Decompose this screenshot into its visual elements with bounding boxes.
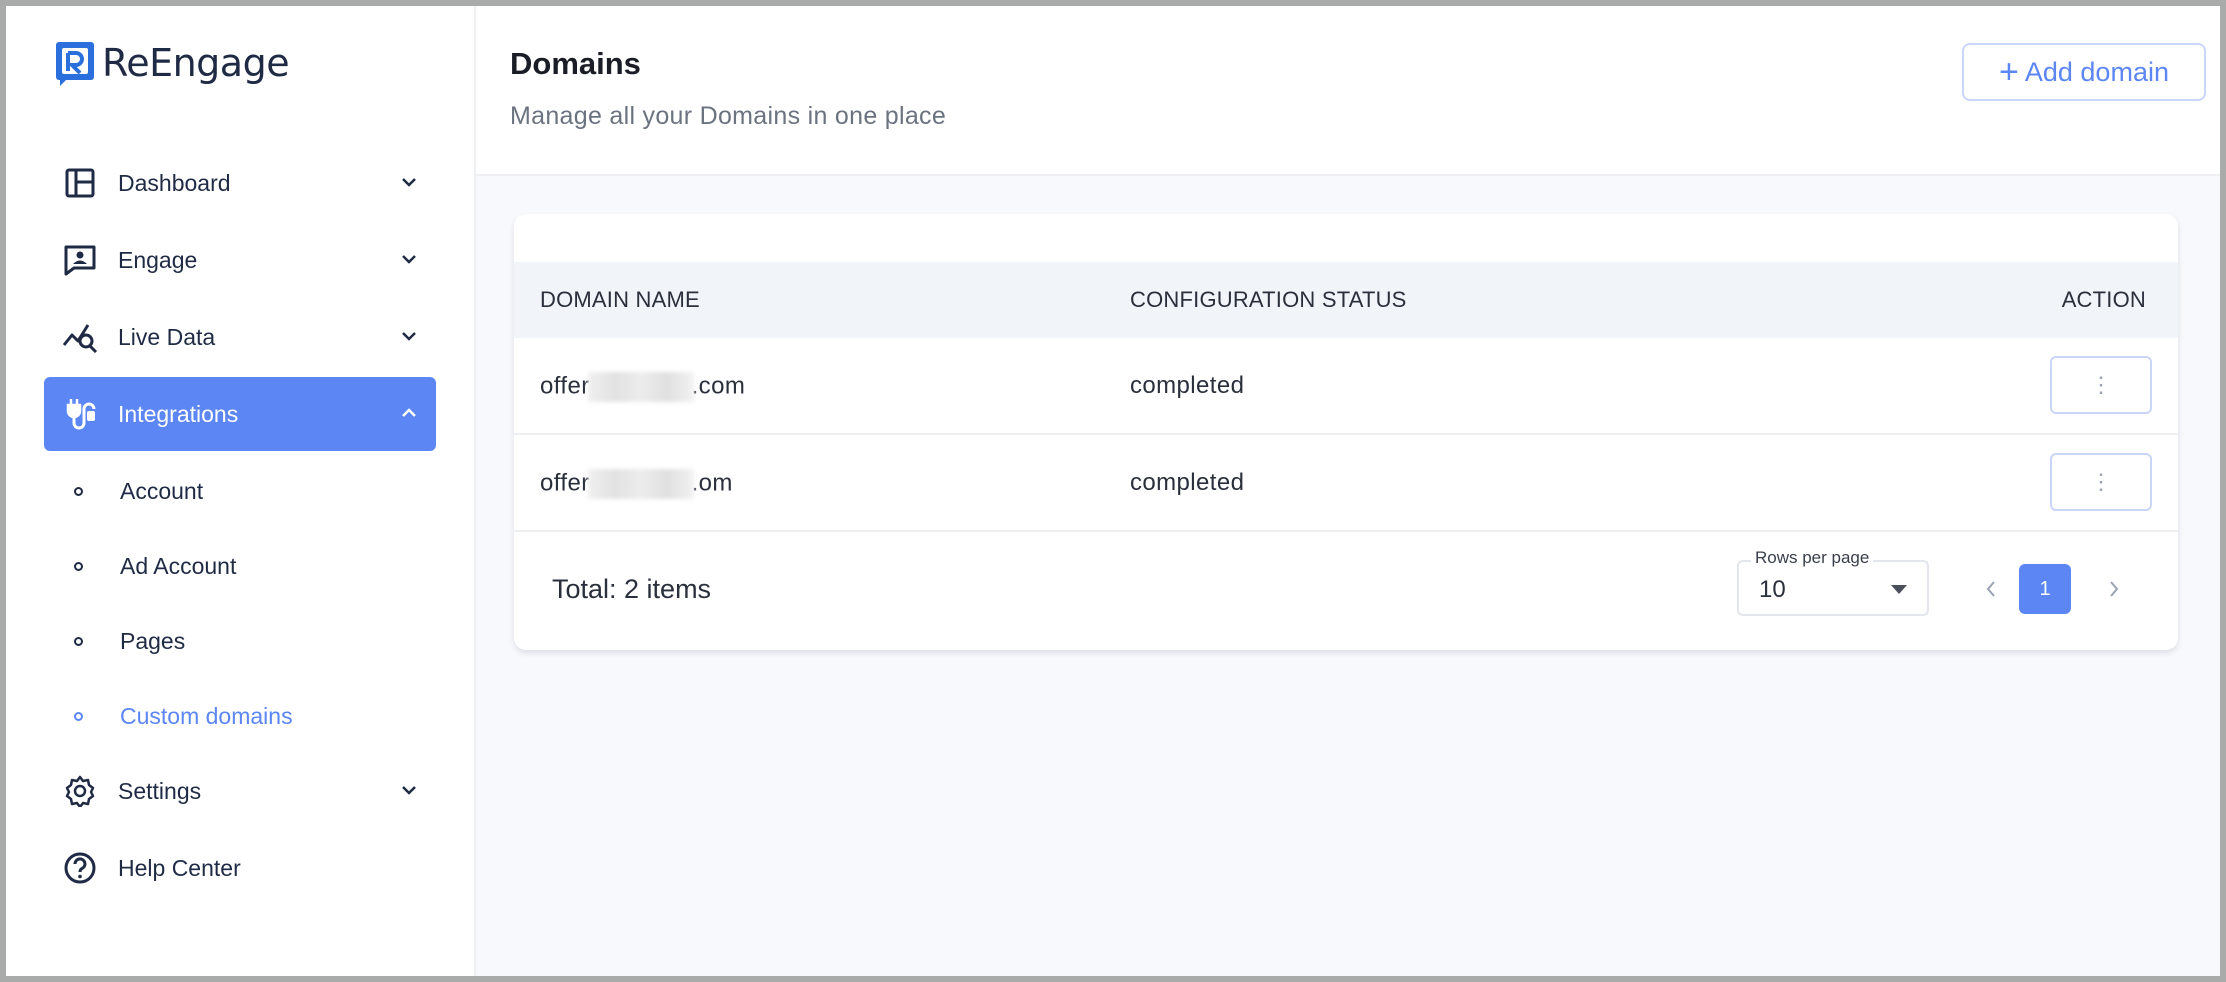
table-row: offer .om completed ⋮ xyxy=(514,435,2178,532)
rows-per-page-select[interactable]: Rows per page 10 xyxy=(1737,548,1929,616)
rows-per-page-value: 10 xyxy=(1759,576,1786,603)
bullet-icon xyxy=(74,637,83,646)
sidebar-item-integrations[interactable]: Integrations xyxy=(44,377,436,451)
kebab-menu-icon: ⋮ xyxy=(2090,469,2112,494)
column-header-action: ACTION xyxy=(2061,287,2146,312)
chart-search-icon xyxy=(62,319,98,355)
domain-suffix: om xyxy=(698,469,733,497)
bullet-icon xyxy=(74,712,83,721)
domain-name-cell: offer .om xyxy=(540,469,733,499)
sidebar-subitem-pages[interactable]: Pages xyxy=(44,604,436,679)
app-window: ReEngage Dashboard Engage Live Data Inte… xyxy=(6,6,2220,976)
sidebar-subitem-label: Ad Account xyxy=(120,553,237,579)
chevron-down-icon xyxy=(402,178,416,187)
prev-page-button[interactable] xyxy=(1976,574,2006,604)
integrations-icon xyxy=(62,396,98,432)
redacted-text xyxy=(587,372,694,402)
sidebar-subitem-label: Pages xyxy=(120,628,186,654)
redacted-text xyxy=(587,469,694,499)
sidebar-item-help-center[interactable]: Help Center xyxy=(44,831,436,905)
plus-icon: + xyxy=(1999,53,2019,91)
row-actions-button[interactable]: ⋮ xyxy=(2050,453,2152,511)
sidebar-item-label: Engage xyxy=(118,246,198,273)
table-row: offer .com completed ⋮ xyxy=(514,338,2178,435)
total-items: Total: 2 items xyxy=(552,574,712,604)
sidebar: ReEngage Dashboard Engage Live Data Inte… xyxy=(6,6,476,976)
domain-prefix: offer xyxy=(540,372,590,400)
logo-text: ReEngage xyxy=(102,41,290,85)
sidebar-item-dashboard[interactable]: Dashboard xyxy=(44,146,436,220)
gear-icon xyxy=(62,773,98,809)
bullet-icon xyxy=(74,487,83,496)
reengage-logo-icon xyxy=(56,42,94,86)
sidebar-item-label: Help Center xyxy=(118,854,241,881)
caret-down-icon xyxy=(1891,585,1907,594)
chevron-up-icon xyxy=(402,408,416,417)
domain-suffix: com xyxy=(698,372,746,400)
add-domain-button[interactable]: + Add domain xyxy=(1962,43,2206,101)
sidebar-item-label: Live Data xyxy=(118,323,216,350)
sidebar-item-engage[interactable]: Engage xyxy=(44,223,436,297)
sidebar-item-label: Settings xyxy=(118,777,202,804)
domain-name-cell: offer .com xyxy=(540,372,745,402)
sidebar-subitem-custom-domains[interactable]: Custom domains xyxy=(44,679,436,754)
status-cell: completed xyxy=(1130,469,1245,496)
chevron-down-icon xyxy=(402,332,416,341)
kebab-menu-icon: ⋮ xyxy=(2090,372,2112,397)
add-domain-label: Add domain xyxy=(2024,56,2169,87)
sidebar-item-settings[interactable]: Settings xyxy=(44,754,436,828)
rows-per-page-label: Rows per page xyxy=(1751,548,1874,568)
chevron-left-icon xyxy=(1986,581,1995,597)
layout-icon xyxy=(62,165,98,201)
sidebar-subitem-label: Custom domains xyxy=(120,703,293,729)
sidebar-item-label: Dashboard xyxy=(118,169,231,196)
column-header-domain[interactable]: DOMAIN NAME xyxy=(540,287,700,313)
sidebar-item-live-data[interactable]: Live Data xyxy=(44,300,436,374)
column-header-status[interactable]: CONFIGURATION STATUS xyxy=(1130,287,1407,313)
page-subtitle: Manage all your Domains in one place xyxy=(510,102,947,130)
sidebar-subitem-label: Account xyxy=(120,478,204,504)
status-cell: completed xyxy=(1130,372,1245,399)
next-page-button[interactable] xyxy=(2099,574,2129,604)
help-icon xyxy=(62,850,98,886)
domains-table-card: DOMAIN NAME CONFIGURATION STATUS ACTION … xyxy=(514,214,2178,650)
chevron-down-icon xyxy=(402,786,416,795)
sidebar-subitem-ad-account[interactable]: Ad Account xyxy=(44,529,436,604)
domain-prefix: offer xyxy=(540,469,590,497)
main-content: Domains Manage all your Domains in one p… xyxy=(476,6,2220,976)
row-actions-button[interactable]: ⋮ xyxy=(2050,356,2152,414)
chat-user-icon xyxy=(62,242,98,278)
chevron-right-icon xyxy=(2110,581,2119,597)
page-title: Domains xyxy=(510,46,641,81)
sidebar-nav: Dashboard Engage Live Data Integrations … xyxy=(44,146,436,908)
sidebar-subitem-account[interactable]: Account xyxy=(44,454,436,529)
bullet-icon xyxy=(74,562,83,571)
page-button-current[interactable]: 1 xyxy=(2019,564,2071,614)
table-header: DOMAIN NAME CONFIGURATION STATUS ACTION xyxy=(514,262,2178,338)
page-header: Domains Manage all your Domains in one p… xyxy=(476,6,2220,176)
sidebar-item-label: Integrations xyxy=(118,400,239,427)
chevron-down-icon xyxy=(402,255,416,264)
logo[interactable]: ReEngage xyxy=(54,40,290,86)
